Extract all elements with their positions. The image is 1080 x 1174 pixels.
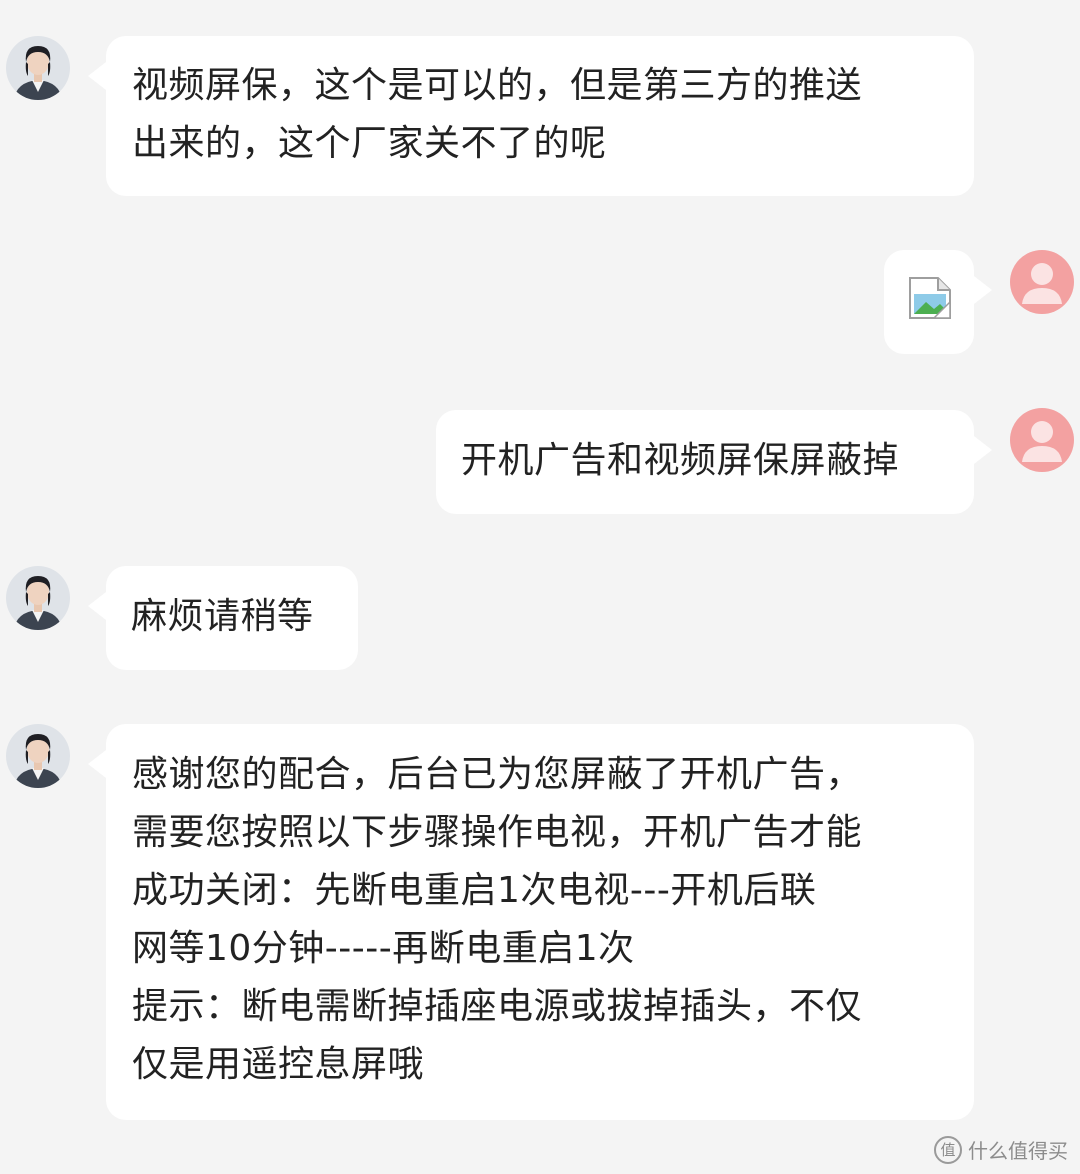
message-text: 网等10分钟-----再断电重启1次 (132, 928, 635, 969)
watermark-text: 什么值得买 (968, 1139, 1068, 1163)
message-text: 成功关闭：先断电重启1次电视---开机后联 (132, 870, 817, 911)
message-text: 麻烦请稍等 (131, 596, 314, 637)
message-text: 仅是用遥控息屏哦 (132, 1044, 425, 1085)
agent-avatar[interactable] (6, 566, 70, 630)
message-bubble: 开机广告和视频屏保屏蔽掉 (436, 410, 992, 514)
user-avatar[interactable] (1010, 408, 1074, 472)
agent-avatar-icon (6, 36, 70, 100)
broken-image-icon[interactable] (908, 276, 952, 338)
message-text: 需要您按照以下步骤操作电视，开机广告才能 (132, 812, 863, 853)
message-text: 感谢您的配合，后台已为您屏蔽了开机广告， (132, 754, 863, 795)
user-avatar-icon (1010, 408, 1074, 472)
message-text: 出来的，这个厂家关不了的呢 (132, 123, 607, 164)
message-bubble: 感谢您的配合，后台已为您屏蔽了开机广告， 需要您按照以下步骤操作电视，开机广告才… (88, 724, 974, 1120)
message-text: 提示：断电需断掉插座电源或拔掉插头，不仅 (132, 986, 863, 1027)
message-text: 开机广告和视频屏保屏蔽掉 (461, 440, 900, 481)
message-bubble: 视频屏保，这个是可以的，但是第三方的推送 出来的，这个厂家关不了的呢 (88, 36, 974, 196)
message-text: 视频屏保，这个是可以的，但是第三方的推送 (132, 65, 863, 106)
agent-avatar-icon (6, 724, 70, 788)
agent-avatar[interactable] (6, 724, 70, 788)
agent-avatar-icon (6, 566, 70, 630)
user-avatar[interactable] (1010, 250, 1074, 314)
agent-avatar[interactable] (6, 36, 70, 100)
watermark: 值 什么值得买 (934, 1135, 1068, 1164)
user-avatar-icon (1010, 250, 1074, 314)
watermark-logo-icon: 值 (934, 1135, 962, 1164)
image-message-bubble[interactable] (884, 250, 992, 354)
message-bubble: 麻烦请稍等 (88, 566, 358, 670)
